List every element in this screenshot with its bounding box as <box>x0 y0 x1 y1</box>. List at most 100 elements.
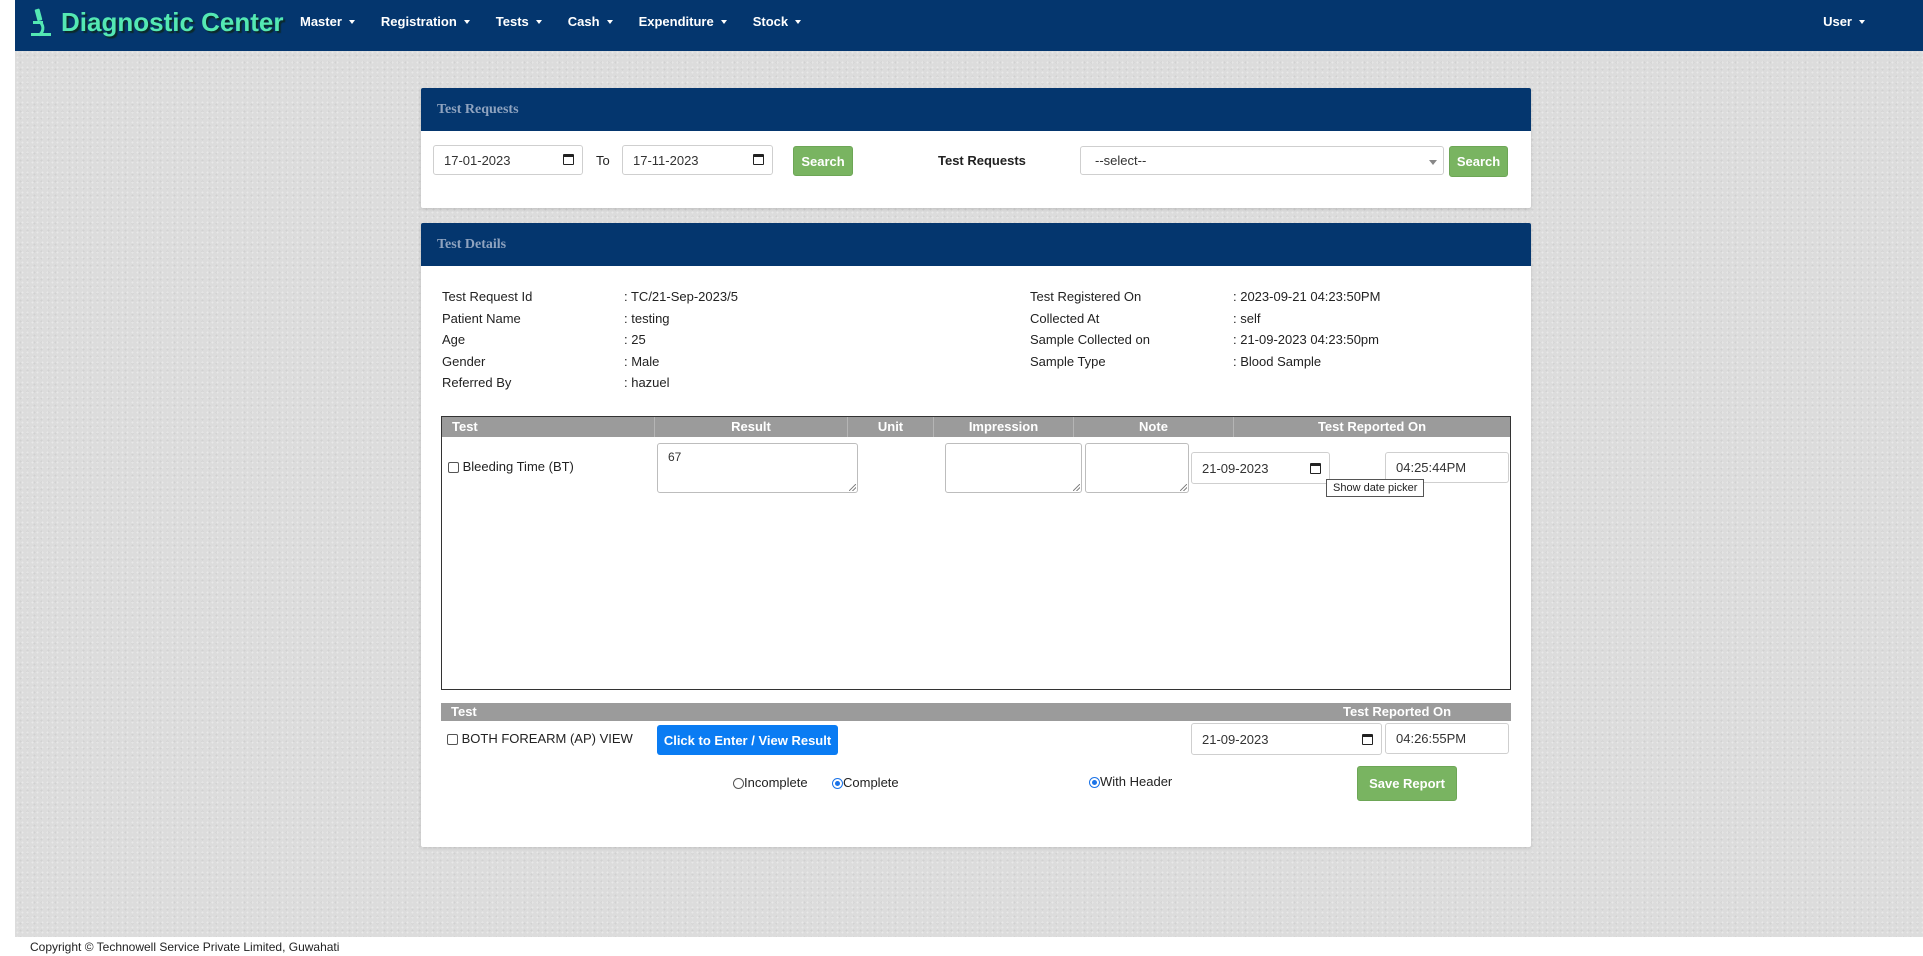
calendar-icon[interactable] <box>753 154 764 165</box>
reported-date-input[interactable]: 21-09-2023 <box>1191 452 1330 484</box>
caret-down-icon <box>348 19 355 24</box>
incomplete-label: Incomplete <box>744 775 808 790</box>
caret-down-icon <box>795 19 802 24</box>
request-search-button[interactable]: Search <box>1449 146 1508 177</box>
radiology-table-header: Test Test Reported On <box>441 703 1511 721</box>
caret-down-icon <box>535 19 542 24</box>
calendar-icon[interactable] <box>1362 734 1373 745</box>
reported-time-value: 04:26:55PM <box>1396 731 1467 746</box>
to-date-value: 17-11-2023 <box>633 152 699 168</box>
row-test-name: Bleeding Time (BT) <box>462 459 574 474</box>
col-test: Test <box>451 704 477 719</box>
menu-user-label: User <box>1823 14 1852 29</box>
menu-tests[interactable]: Tests <box>496 14 542 29</box>
col-test-reported-on: Test Reported On <box>1343 704 1452 719</box>
main-menu: Master Registration Tests Cash Expenditu… <box>300 0 827 43</box>
detail-value-request-id: : TC/21-Sep-2023/5 <box>624 289 738 304</box>
test-request-select[interactable]: --select-- <box>1080 146 1444 175</box>
detail-value-age: : 25 <box>624 332 646 347</box>
menu-registration-label: Registration <box>380 14 457 29</box>
resize-grip-icon[interactable] <box>849 484 856 491</box>
detail-value-sample-type: : Blood Sample <box>1233 354 1322 369</box>
menu-cash-label: Cash <box>567 14 600 29</box>
col-result: Result <box>655 417 848 437</box>
menu-master-label: Master <box>300 14 342 29</box>
reported-time-input[interactable]: 04:26:55PM <box>1385 723 1509 754</box>
complete-radio[interactable] <box>832 778 843 790</box>
top-navbar: Diagnostic Center Master Registration Te… <box>15 0 1923 51</box>
detail-label-registered-on: Test Registered On <box>1030 289 1142 304</box>
test-requests-label: Test Requests <box>938 153 1026 168</box>
menu-cash[interactable]: Cash <box>568 14 613 29</box>
menu-master[interactable]: Master <box>300 14 355 29</box>
from-date-input[interactable]: 17-01-2023 <box>433 145 583 175</box>
detail-value-sample-collected-on: : 21-09-2023 04:23:50pm <box>1233 332 1379 347</box>
incomplete-radio[interactable] <box>733 778 744 790</box>
reported-time-value: 04:25:44PM <box>1396 460 1467 475</box>
result-value: 67 <box>668 450 682 464</box>
menu-user[interactable]: User <box>1823 0 1865 43</box>
col-unit: Unit <box>848 417 934 437</box>
col-test: Test <box>442 417 655 437</box>
reported-date-value: 21-09-2023 <box>1202 731 1269 747</box>
row-test-cell: Bleeding Time (BT) <box>448 459 574 474</box>
chevron-down-icon <box>1429 160 1437 165</box>
menu-stock[interactable]: Stock <box>752 14 802 29</box>
detail-value-registered-on: : 2023-09-21 04:23:50PM <box>1233 289 1381 304</box>
resize-grip-icon[interactable] <box>1180 484 1187 491</box>
impression-textarea[interactable] <box>945 443 1082 493</box>
with-header-label: With Header <box>1100 774 1173 789</box>
enter-result-button[interactable]: Click to Enter / View Result <box>657 725 838 755</box>
row-test-name: BOTH FOREARM (AP) VIEW <box>461 731 633 746</box>
menu-expenditure[interactable]: Expenditure <box>639 14 727 29</box>
caret-down-icon <box>463 19 470 24</box>
date-search-button[interactable]: Search <box>793 146 853 176</box>
footer-copyright: Copyright © Technowell Service Private L… <box>30 940 340 954</box>
brand-logo[interactable]: Diagnostic Center <box>27 4 284 40</box>
row-select-checkbox[interactable] <box>447 734 458 746</box>
result-textarea[interactable]: 67 <box>657 443 858 493</box>
menu-stock-label: Stock <box>752 14 789 29</box>
calendar-icon[interactable] <box>1310 463 1321 474</box>
detail-label-collected-at: Collected At <box>1030 311 1100 326</box>
detail-label-patient-name: Patient Name <box>442 311 521 326</box>
detail-label-gender: Gender <box>442 354 486 369</box>
col-test-reported-on: Test Reported On <box>1317 419 1427 434</box>
to-date-input[interactable]: 17-11-2023 <box>622 145 773 175</box>
caret-down-icon <box>1859 19 1865 24</box>
menu-tests-label: Tests <box>495 14 529 29</box>
caret-down-icon <box>720 19 727 24</box>
detail-label-sample-type: Sample Type <box>1030 354 1106 369</box>
calendar-icon[interactable] <box>563 154 574 165</box>
resize-grip-icon[interactable] <box>1073 484 1080 491</box>
menu-registration[interactable]: Registration <box>381 14 470 29</box>
complete-option[interactable]: Complete <box>832 775 899 790</box>
note-textarea[interactable] <box>1085 443 1189 493</box>
with-header-option[interactable]: With Header <box>1089 774 1172 789</box>
brand-title: Diagnostic Center <box>61 6 284 37</box>
detail-label-request-id: Test Request Id <box>442 289 533 304</box>
results-table-header: Test Result Unit Impression Note Test Re… <box>442 417 1510 437</box>
detail-value-referred-by: : hazuel <box>624 375 670 390</box>
save-report-button[interactable]: Save Report <box>1357 766 1457 801</box>
microscope-icon <box>31 8 51 37</box>
reported-date-value: 21-09-2023 <box>1202 460 1269 476</box>
with-header-radio[interactable] <box>1089 777 1100 789</box>
complete-label: Complete <box>843 775 899 790</box>
to-label: To <box>596 153 610 168</box>
row-select-checkbox[interactable] <box>448 462 459 474</box>
caret-down-icon <box>606 19 613 24</box>
date-picker-tooltip: Show date picker <box>1326 479 1425 497</box>
reported-date-input[interactable]: 21-09-2023 <box>1191 723 1382 755</box>
test-requests-title: Test Requests <box>421 88 1531 131</box>
detail-label-age: Age <box>442 332 466 347</box>
detail-label-sample-collected-on: Sample Collected on <box>1030 332 1150 347</box>
test-request-select-value: --select-- <box>1095 153 1147 168</box>
incomplete-option[interactable]: Incomplete <box>733 775 808 790</box>
col-impression: Impression <box>934 417 1074 437</box>
detail-value-collected-at: : self <box>1233 311 1261 326</box>
row-test-cell: BOTH FOREARM (AP) VIEW <box>447 731 633 746</box>
detail-value-patient-name: : testing <box>624 311 670 326</box>
col-note: Note <box>1074 417 1234 437</box>
detail-label-referred-by: Referred By <box>442 375 512 390</box>
